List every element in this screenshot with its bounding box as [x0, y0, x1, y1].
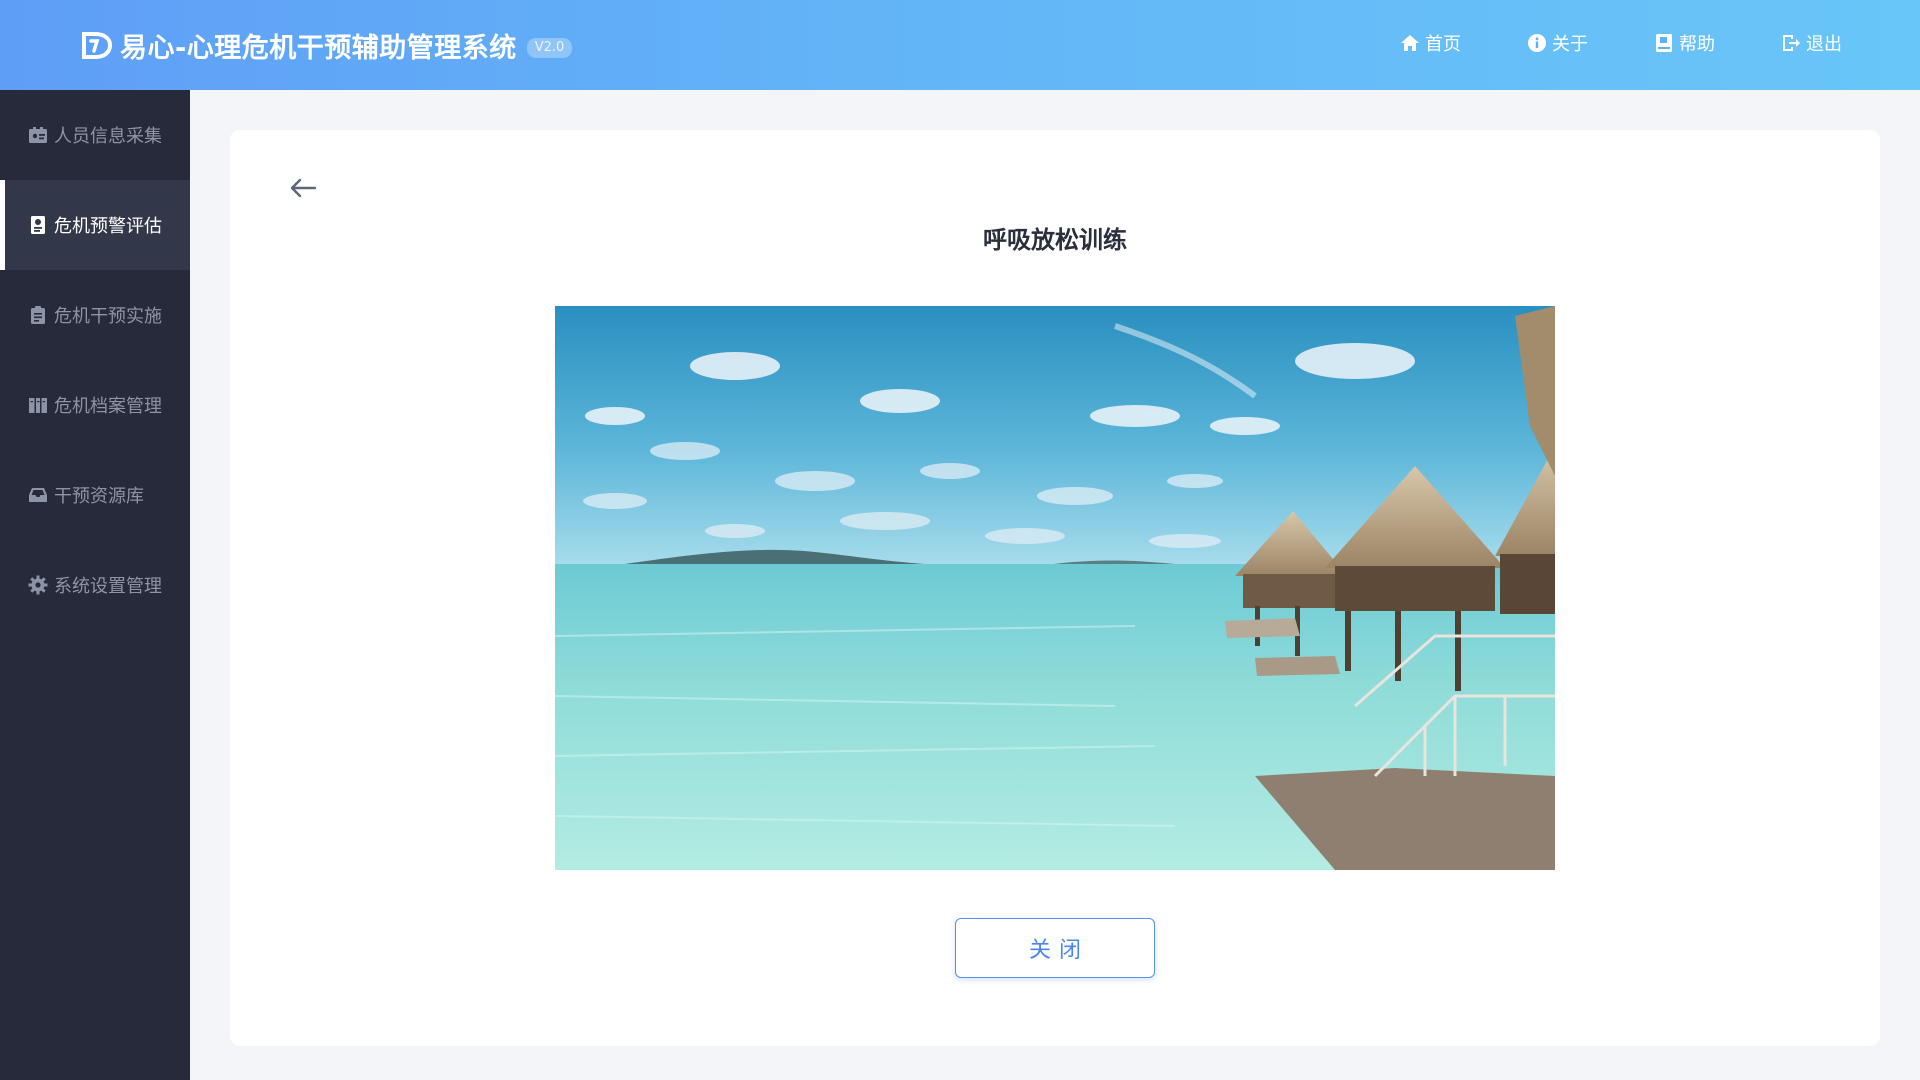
app-title: 易心-心理危机干预辅助管理系统	[120, 32, 517, 64]
gear-icon	[28, 575, 48, 595]
inbox-icon	[29, 488, 47, 502]
nav-help[interactable]: 帮助	[1654, 30, 1715, 56]
top-nav: 首页 关于 帮助 退出	[1400, 30, 1842, 56]
sidebar-item-crisis-assessment[interactable]: 危机预警评估	[0, 180, 190, 270]
content-card: 呼吸放松训练 关闭	[230, 130, 1880, 1046]
nav-logout-label: 退出	[1806, 34, 1842, 55]
nav-home-label: 首页	[1425, 34, 1461, 55]
book-icon	[1656, 34, 1672, 52]
sidebar-item-label: 危机档案管理	[54, 396, 162, 417]
sidebar-item-personnel-info[interactable]: 人员信息采集	[0, 90, 190, 180]
assessment-icon	[31, 216, 45, 234]
sidebar-item-resource-library[interactable]: 干预资源库	[0, 450, 190, 540]
page-title: 呼吸放松训练	[983, 226, 1127, 254]
home-icon	[1401, 35, 1419, 51]
version-badge: V2.0	[526, 38, 573, 58]
close-button[interactable]: 关闭	[955, 918, 1155, 978]
sidebar-item-label: 干预资源库	[54, 486, 144, 507]
back-arrow-icon[interactable]	[285, 170, 321, 206]
archive-icon	[29, 398, 47, 413]
nav-about-label: 关于	[1552, 34, 1588, 55]
sidebar: 人员信息采集 危机预警评估 危机干预实施 危机档案管理 干预资源库 系统设置管理	[0, 90, 190, 1080]
nav-about[interactable]: 关于	[1527, 30, 1588, 56]
id-card-icon	[29, 127, 47, 143]
info-icon	[1528, 34, 1546, 52]
sidebar-item-crisis-intervention[interactable]: 危机干预实施	[0, 270, 190, 360]
sidebar-item-label: 人员信息采集	[54, 126, 162, 147]
clipboard-icon	[31, 306, 45, 324]
sidebar-item-label: 危机干预实施	[54, 306, 162, 327]
sidebar-item-system-settings[interactable]: 系统设置管理	[0, 540, 190, 630]
brand: 易心-心理危机干预辅助管理系统 V2.0	[80, 26, 573, 64]
sidebar-item-crisis-archive[interactable]: 危机档案管理	[0, 360, 190, 450]
nav-help-label: 帮助	[1679, 34, 1715, 55]
logout-icon	[1783, 35, 1800, 51]
sidebar-item-label: 危机预警评估	[54, 216, 162, 237]
app-logo-icon	[82, 32, 113, 59]
top-header: 易心-心理危机干预辅助管理系统 V2.0 首页 关于 帮助 退出	[0, 0, 1920, 90]
relaxation-scene-image	[555, 306, 1555, 870]
nav-logout[interactable]: 退出	[1781, 30, 1842, 56]
nav-home[interactable]: 首页	[1400, 30, 1461, 56]
sidebar-item-label: 系统设置管理	[54, 576, 162, 597]
